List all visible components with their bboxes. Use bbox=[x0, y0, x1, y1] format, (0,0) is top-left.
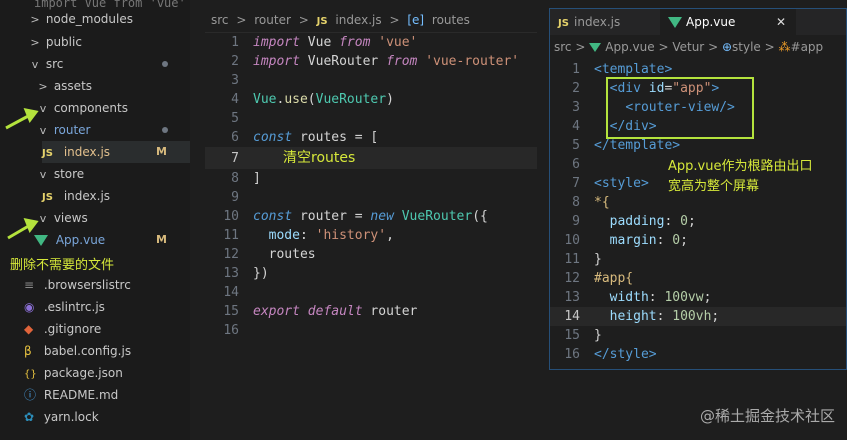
variable-symbol-icon: [e] bbox=[407, 13, 425, 27]
breadcrumb-app[interactable]: #app bbox=[791, 40, 824, 54]
breadcrumb-separator: > bbox=[575, 40, 586, 54]
annotation-root-outlet: App.vue作为根路由出口 bbox=[668, 159, 813, 174]
vue-file-icon bbox=[589, 43, 602, 52]
code-line-current: 7 清空routes bbox=[205, 147, 537, 169]
breadcrumb-style[interactable]: style bbox=[732, 40, 761, 54]
code-line: 9 bbox=[231, 190, 239, 205]
breadcrumb-separator: > bbox=[658, 40, 669, 54]
code-line: 5 bbox=[231, 111, 239, 126]
tab-label: index.js bbox=[574, 15, 621, 29]
arrow-head bbox=[23, 217, 39, 234]
annotation-clear-routes: 清空routes bbox=[283, 150, 356, 166]
code-line: 3 bbox=[231, 73, 239, 88]
watermark: @稀土掘金技术社区 bbox=[699, 407, 835, 425]
close-icon[interactable]: ✕ bbox=[776, 9, 786, 35]
breadcrumb-separator: > bbox=[708, 40, 719, 54]
router-index-editor[interactable]: src > router > JS index.js > [e] routes … bbox=[205, 8, 537, 343]
code-line: 14 bbox=[223, 285, 239, 300]
code-line: 11} bbox=[564, 252, 602, 267]
js-file-icon: JS bbox=[316, 16, 328, 27]
code-line: 15} bbox=[564, 328, 602, 343]
js-file-icon: JS bbox=[558, 18, 569, 29]
vue-file-icon bbox=[668, 17, 682, 28]
code-line: 16 </style> bbox=[564, 347, 657, 362]
code-line: 1 import Vue from 'vue' bbox=[231, 35, 418, 50]
breadcrumb-src[interactable]: src bbox=[211, 13, 229, 27]
code-line: 16 bbox=[223, 323, 239, 338]
tab-label: App.vue bbox=[686, 15, 736, 29]
breadcrumb: src > App.vue > Vetur > ⊕style > ⁂#app bbox=[550, 35, 846, 59]
tab-app-vue[interactable]: App.vue ✕ bbox=[660, 9, 796, 35]
selector-symbol-icon: ⁂ bbox=[778, 40, 791, 54]
arrow-head bbox=[23, 107, 39, 124]
code-line: 2 import VueRouter from 'vue-router' bbox=[231, 54, 520, 69]
code-line: 9 padding: 0; bbox=[572, 214, 696, 229]
breadcrumb-vetur[interactable]: Vetur bbox=[672, 40, 704, 54]
code-line: 12 #app{ bbox=[564, 271, 634, 286]
code-line: 6 const routes = [ bbox=[231, 130, 379, 145]
breadcrumb-src[interactable]: src bbox=[554, 40, 572, 54]
breadcrumb-router[interactable]: router bbox=[254, 13, 291, 27]
code-line: 11 mode: 'history', bbox=[223, 228, 394, 243]
code-line: 8] bbox=[231, 171, 261, 186]
code-line: 10 margin: 0; bbox=[564, 233, 688, 248]
code-line-current: 14 height: 100vh; bbox=[550, 307, 846, 326]
symbol-icon: ⊕ bbox=[721, 40, 733, 54]
code-line: 10 const router = new VueRouter({ bbox=[223, 209, 488, 224]
breadcrumb-separator: > bbox=[764, 40, 775, 54]
code-line: 8 *{ bbox=[572, 195, 610, 210]
breadcrumb: src > router > JS index.js > [e] routes bbox=[205, 8, 537, 33]
code-line: 15 export default router bbox=[223, 304, 418, 319]
breadcrumb-index-js[interactable]: index.js bbox=[335, 13, 381, 27]
breadcrumb-separator: > bbox=[236, 13, 247, 27]
code-line: 12 routes bbox=[223, 247, 316, 262]
tab-index-js[interactable]: JS index.js bbox=[550, 9, 628, 35]
highlight-box-root-div bbox=[606, 77, 754, 139]
code-line: 4 Vue.use(VueRouter) bbox=[231, 92, 394, 107]
breadcrumb-app-vue[interactable]: App.vue bbox=[605, 40, 654, 54]
breadcrumb-routes[interactable]: routes bbox=[432, 13, 470, 27]
breadcrumb-separator: > bbox=[298, 13, 309, 27]
code-line: 13 width: 100vw; bbox=[564, 290, 712, 305]
breadcrumb-separator: > bbox=[389, 13, 400, 27]
code-line: 13}) bbox=[223, 266, 269, 281]
editor-tab-bar: JS index.js App.vue ✕ bbox=[550, 9, 846, 35]
annotation-full-screen: 宽高为整个屏幕 bbox=[668, 179, 760, 194]
app-vue-editor[interactable]: JS index.js App.vue ✕ src > App.vue > Vet… bbox=[549, 8, 847, 370]
